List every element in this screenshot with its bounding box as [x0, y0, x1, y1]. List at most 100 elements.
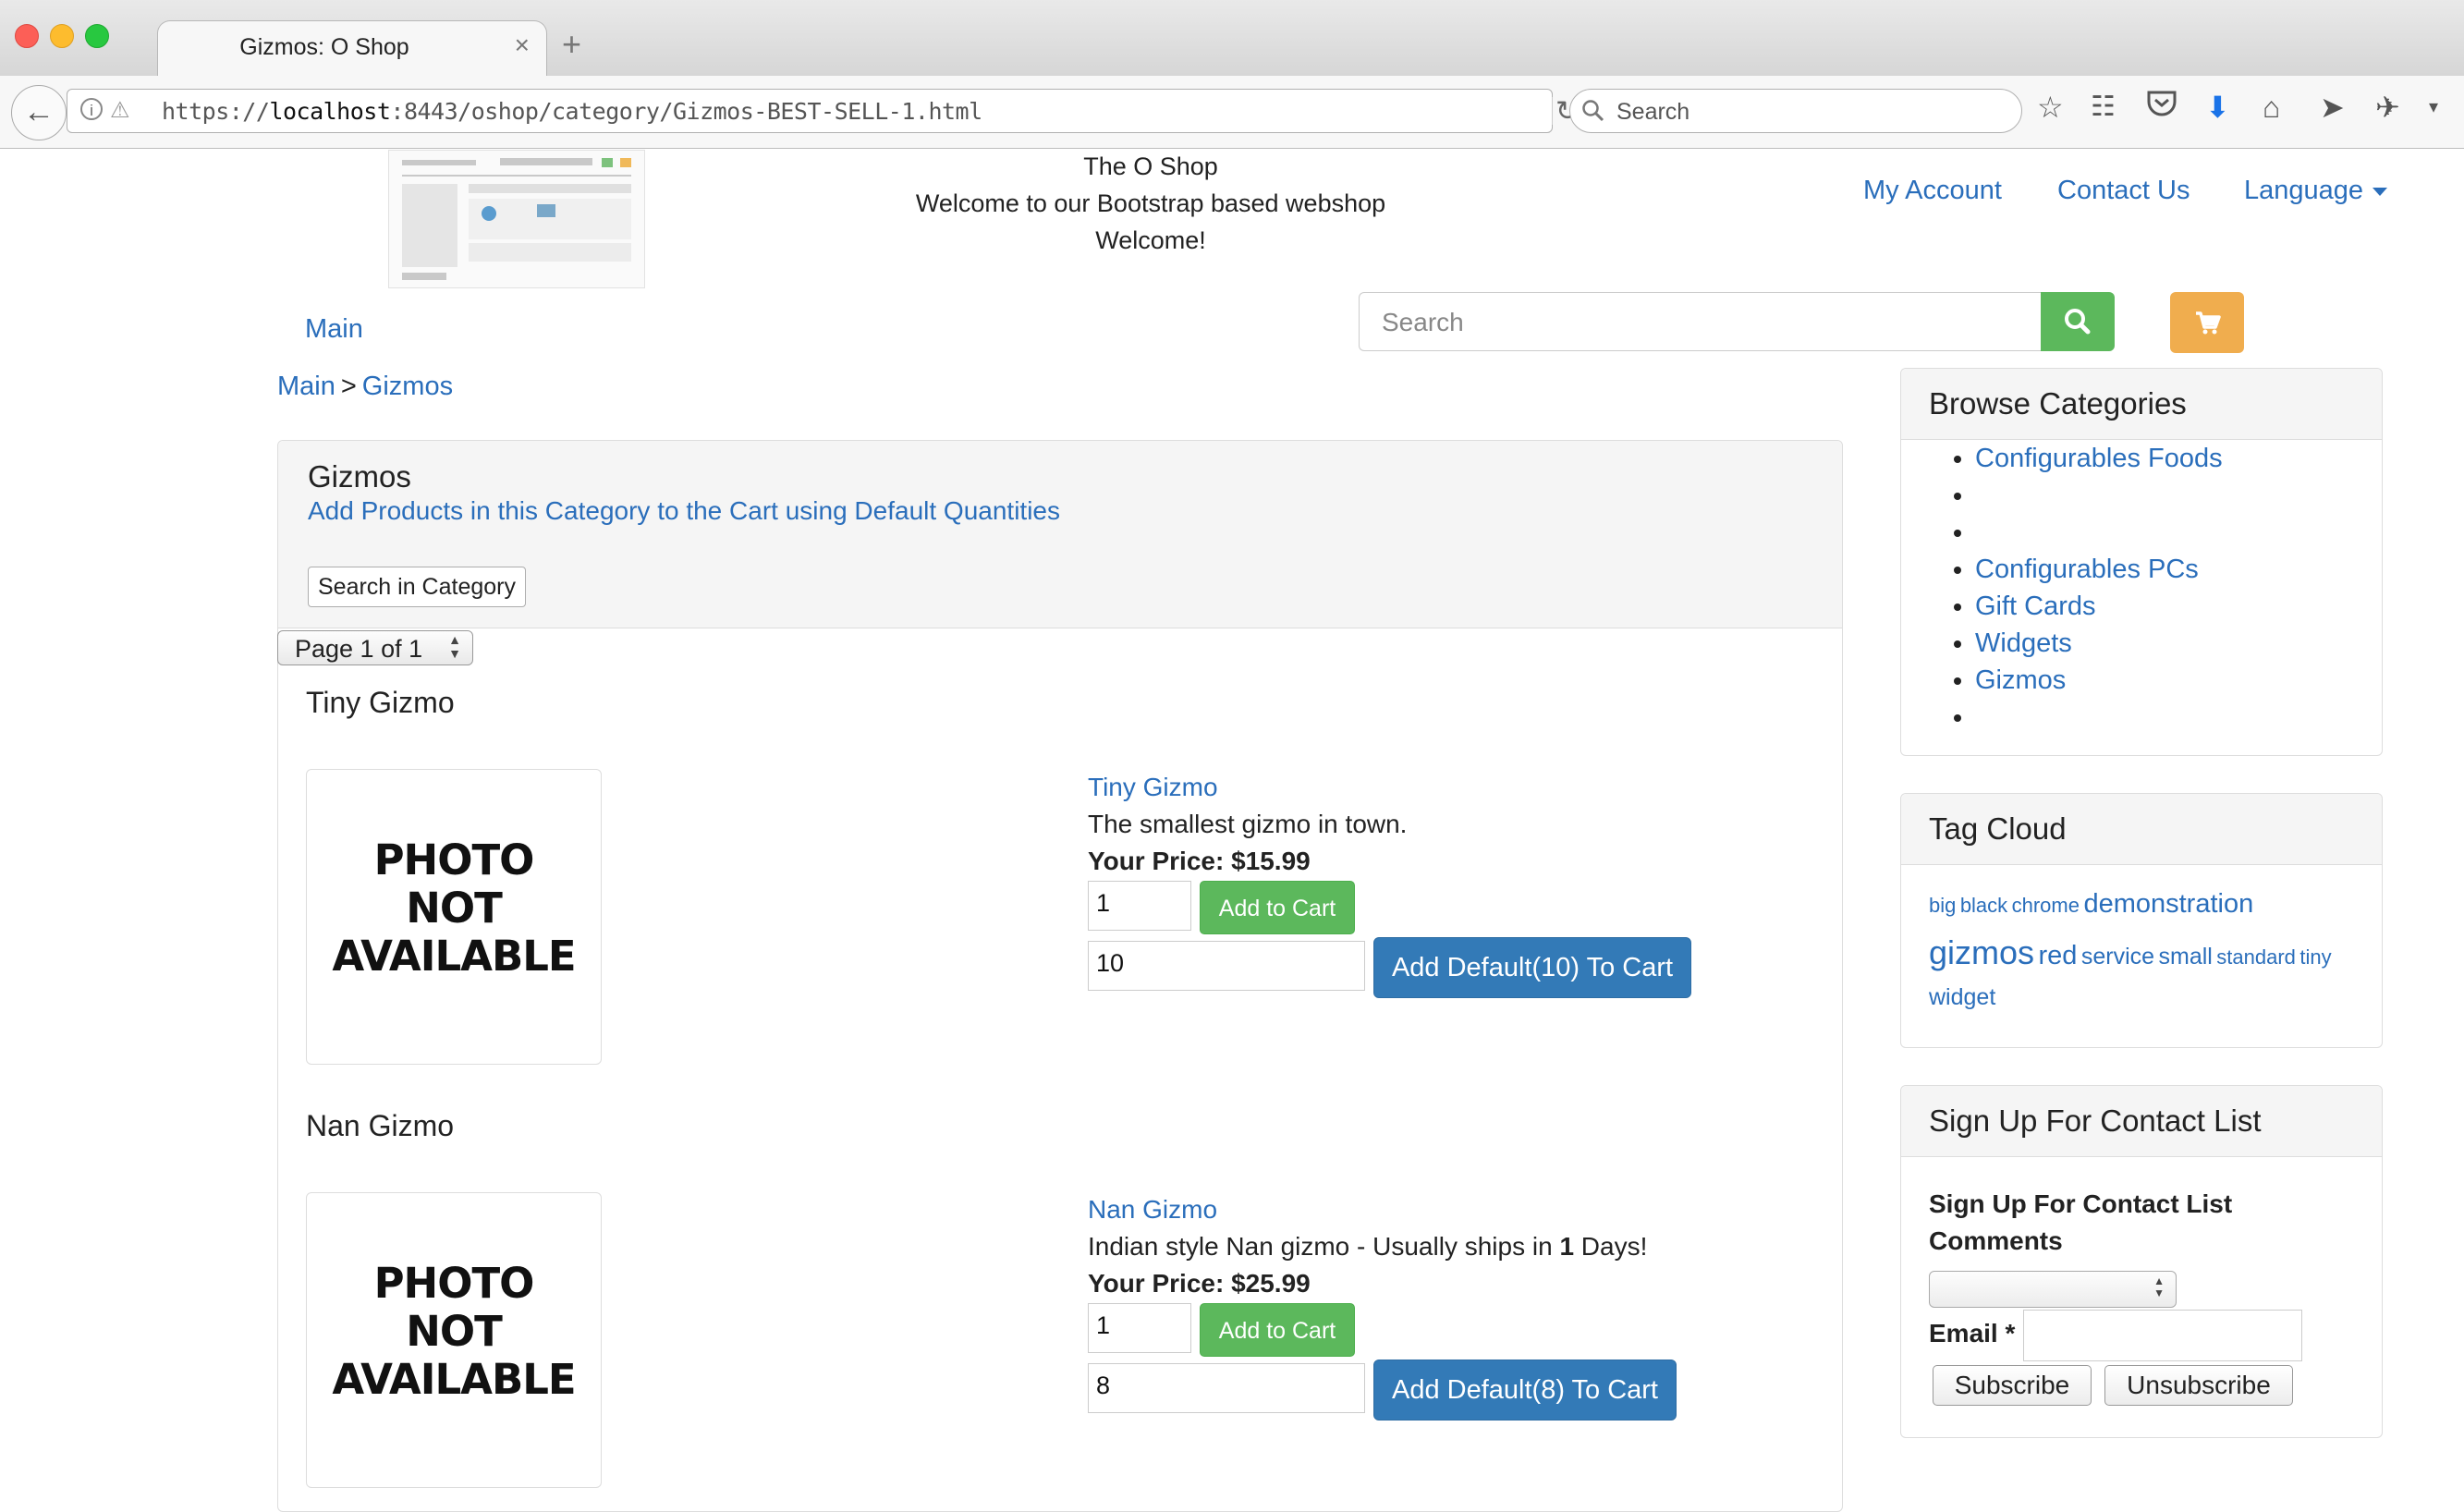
- category-item: [1975, 699, 2382, 736]
- tag-link[interactable]: red: [2038, 941, 2077, 970]
- browser-tab[interactable]: Gizmos: O Shop ×: [157, 20, 547, 77]
- cart-button[interactable]: [2170, 292, 2244, 353]
- category-link[interactable]: Gizmos: [1975, 665, 2066, 695]
- tag-cloud-panel: Tag Cloud big black chrome demonstration…: [1900, 793, 2383, 1048]
- page-select[interactable]: Page 1 of 1 ▲ ▼: [277, 630, 473, 665]
- updown-arrows-icon: ▲ ▼: [448, 632, 461, 661]
- contact-us-link[interactable]: Contact Us: [2057, 176, 2190, 206]
- tag-link[interactable]: gizmos: [1929, 933, 2034, 971]
- download-icon[interactable]: ⬇: [2205, 89, 2230, 126]
- category-link[interactable]: Widgets: [1975, 628, 2072, 658]
- browser-search-bar[interactable]: Search: [1569, 89, 2022, 133]
- minimize-window-icon[interactable]: [50, 24, 74, 48]
- tag-link[interactable]: service: [2081, 944, 2154, 969]
- category-link[interactable]: Gift Cards: [1975, 591, 2096, 621]
- signup-panel: Sign Up For Contact List Sign Up For Con…: [1900, 1085, 2383, 1438]
- caret-down-icon: [2373, 187, 2388, 196]
- shop-logo-thumbnail[interactable]: [388, 150, 645, 288]
- site-search-button[interactable]: [2041, 292, 2115, 351]
- product-link[interactable]: Tiny Gizmo: [1088, 773, 1218, 802]
- star-icon[interactable]: ☆: [2037, 89, 2064, 126]
- url-prefix: https://: [162, 98, 270, 125]
- url-host: localhost: [269, 98, 391, 125]
- extension-icon[interactable]: ✈: [2375, 89, 2400, 126]
- add-default-to-cart-button[interactable]: Add Default(8) To Cart: [1373, 1360, 1677, 1421]
- breadcrumb-gizmos-link[interactable]: Gizmos: [362, 372, 453, 401]
- comments-label: Comments: [1929, 1226, 2063, 1255]
- tag-link[interactable]: small: [2159, 944, 2213, 969]
- menu-chevron-icon[interactable]: ▾: [2429, 89, 2438, 126]
- tag-link[interactable]: standard: [2216, 945, 2296, 969]
- reading-list-icon[interactable]: ☷: [2091, 89, 2116, 126]
- category-item[interactable]: Widgets: [1975, 625, 2382, 662]
- quantity-input[interactable]: 1: [1088, 881, 1191, 931]
- zoom-window-icon[interactable]: [85, 24, 109, 48]
- email-field[interactable]: [2023, 1310, 2302, 1361]
- add-to-cart-button[interactable]: Add to Cart: [1200, 1303, 1355, 1357]
- add-all-defaults-link[interactable]: Add Products in this Category to the Car…: [308, 496, 1060, 526]
- subscribe-button[interactable]: Subscribe: [1933, 1365, 2092, 1406]
- category-item: [1975, 477, 2382, 514]
- language-dropdown[interactable]: Language: [2244, 176, 2388, 206]
- info-icon[interactable]: i: [80, 98, 103, 120]
- add-to-cart-button[interactable]: Add to Cart: [1200, 881, 1355, 934]
- product-link[interactable]: Nan Gizmo: [1088, 1195, 1217, 1225]
- my-account-link[interactable]: My Account: [1863, 176, 2002, 206]
- url-text[interactable]: https://localhost:8443/oshop/category/Gi…: [162, 98, 982, 125]
- product-description: Indian style Nan gizmo - Usually ships i…: [1088, 1232, 1647, 1262]
- product-photo[interactable]: PHOTO NOT AVAILABLE: [306, 769, 602, 1065]
- lock-icon[interactable]: ⚠: [110, 97, 130, 124]
- category-item[interactable]: Gift Cards: [1975, 588, 2382, 625]
- required-mark: *: [2005, 1319, 2016, 1347]
- tag-link[interactable]: widget: [1929, 984, 1995, 1010]
- main-nav-link[interactable]: Main: [305, 314, 363, 345]
- price-value: $25.99: [1231, 1269, 1311, 1298]
- photo-text-line: AVAILABLE: [332, 932, 576, 981]
- unsubscribe-button[interactable]: Unsubscribe: [2104, 1365, 2293, 1406]
- product-price: Your Price: $25.99: [1088, 1269, 1311, 1299]
- category-title: Gizmos: [308, 459, 411, 494]
- url-bar[interactable]: i ⚠ https://localhost:8443/oshop/categor…: [67, 89, 1579, 133]
- breadcrumb-main-link[interactable]: Main: [277, 372, 335, 401]
- site-search-input[interactable]: Search: [1359, 292, 2041, 351]
- browse-categories-panel: Browse Categories Configurables Foods Co…: [1900, 368, 2383, 756]
- product-title: Nan Gizmo: [306, 1109, 455, 1142]
- price-label: Your Price:: [1088, 847, 1225, 875]
- default-quantity-input[interactable]: 10: [1088, 941, 1365, 991]
- category-item[interactable]: Gizmos: [1975, 662, 2382, 699]
- category-item: [1975, 514, 2382, 551]
- signup-list-label: Sign Up For Contact List: [1929, 1189, 2233, 1218]
- product-photo[interactable]: PHOTO NOT AVAILABLE: [306, 1192, 602, 1488]
- signup-labels: Sign Up For Contact List Comments: [1929, 1186, 2232, 1260]
- category-link[interactable]: Configurables Foods: [1975, 444, 2223, 473]
- tag-cloud-title: Tag Cloud: [1901, 794, 2382, 865]
- category-link[interactable]: Configurables PCs: [1975, 555, 2199, 584]
- updown-arrows-icon: ▲ ▼: [2153, 1274, 2165, 1299]
- tag-link[interactable]: demonstration: [2083, 889, 2253, 919]
- search-icon: [1582, 100, 1604, 122]
- default-quantity-input[interactable]: 8: [1088, 1363, 1365, 1413]
- quantity-input[interactable]: 1: [1088, 1303, 1191, 1353]
- tag-link[interactable]: big: [1929, 894, 1956, 917]
- breadcrumb: Main > Gizmos: [277, 372, 453, 402]
- pocket-icon[interactable]: [2146, 89, 2177, 127]
- new-tab-button[interactable]: +: [562, 28, 581, 61]
- category-item[interactable]: Configurables PCs: [1975, 551, 2382, 588]
- product-price: Your Price: $15.99: [1088, 847, 1311, 876]
- email-label-text: Email: [1929, 1319, 1998, 1347]
- send-icon[interactable]: ➤: [2320, 89, 2345, 126]
- contact-list-select[interactable]: ▲ ▼: [1929, 1271, 2177, 1308]
- tag-link[interactable]: black: [1960, 894, 2007, 917]
- add-default-to-cart-button[interactable]: Add Default(10) To Cart: [1373, 937, 1691, 998]
- site-search-placeholder: Search: [1382, 308, 1464, 336]
- tab-close-icon[interactable]: ×: [515, 30, 530, 60]
- category-item[interactable]: Configurables Foods: [1975, 440, 2382, 477]
- close-window-icon[interactable]: [15, 24, 39, 48]
- browser-search-placeholder: Search: [1616, 99, 1690, 125]
- back-icon[interactable]: ←: [11, 85, 67, 140]
- tag-link[interactable]: chrome: [2012, 894, 2080, 917]
- home-icon[interactable]: ⌂: [2263, 89, 2280, 126]
- price-value: $15.99: [1231, 847, 1311, 875]
- search-in-category-button[interactable]: Search in Category: [308, 567, 527, 607]
- tag-link[interactable]: tiny: [2299, 945, 2331, 969]
